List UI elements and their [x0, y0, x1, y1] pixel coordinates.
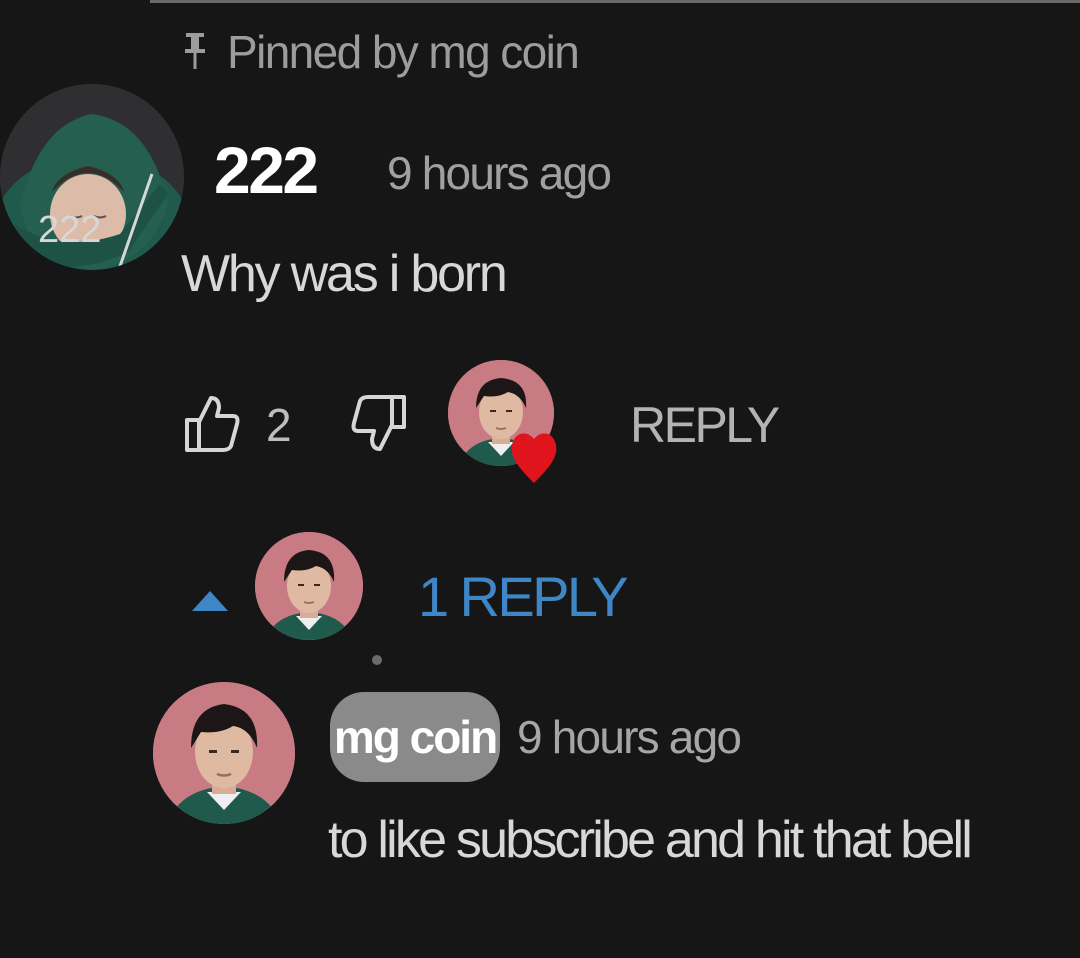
comment-timestamp[interactable]: 9 hours ago [387, 146, 612, 200]
replies-toggle[interactable]: 1 REPLY [418, 564, 629, 629]
comment-text: Why was i born [181, 245, 508, 303]
caret-up-icon[interactable] [188, 585, 232, 615]
comment-author[interactable]: 222 [214, 132, 319, 208]
channel-owner-badge[interactable]: mg coin [330, 692, 500, 782]
thumbs-up-icon[interactable] [183, 392, 241, 454]
like-count: 2 [266, 399, 292, 451]
pinned-label: Pinned by mg coin [227, 26, 580, 78]
reply-button[interactable]: REPLY [630, 396, 780, 454]
pinned-header: Pinned by mg coin [183, 24, 580, 80]
reply-text: to like subscribe and hit that bell [328, 811, 973, 869]
commenter-avatar[interactable]: 222 [0, 84, 184, 270]
replier-avatar-small [255, 532, 363, 640]
thread-dot [372, 655, 382, 665]
heart-icon [511, 433, 557, 483]
avatar-number: 222 [38, 209, 101, 251]
pin-icon [185, 33, 205, 69]
baby-avatar-image: 222 [0, 84, 184, 270]
reply-author: mg coin [333, 711, 498, 763]
reply-author-avatar[interactable] [153, 682, 295, 824]
man-portrait-image [153, 682, 295, 824]
top-divider [150, 0, 1080, 3]
man-portrait-image [255, 532, 363, 640]
thumbs-down-icon[interactable] [350, 393, 408, 455]
reply-timestamp[interactable]: 9 hours ago [517, 710, 742, 764]
comment-thread: Pinned by mg coin 222 222 9 hours ago Wh… [0, 0, 1080, 958]
